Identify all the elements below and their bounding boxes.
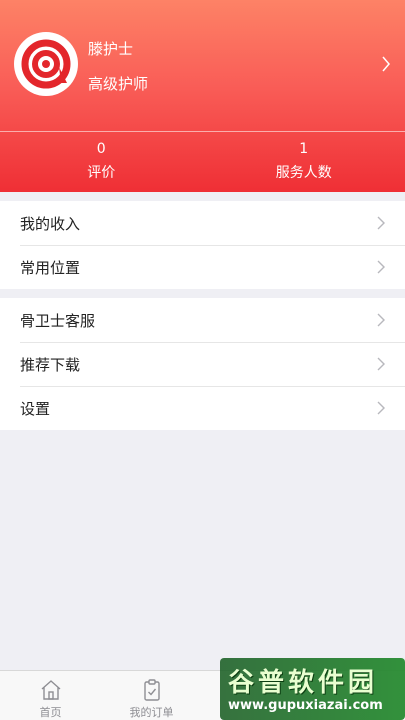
chevron-right-icon (382, 56, 390, 72)
chevron-right-icon (377, 216, 385, 230)
tab-orders-label: 我的订单 (129, 706, 174, 719)
watermark-text: 谷普软件园 (228, 668, 379, 698)
profile-header: 滕护士 高级护师 0 评价 1 服务人数 (0, 0, 405, 192)
menu-item-label: 设置 (20, 399, 51, 418)
menu-item-recommend-download[interactable]: 推荐下载 (0, 342, 405, 386)
chevron-right-icon (377, 260, 385, 274)
stat-reviews[interactable]: 0 评价 (0, 132, 203, 192)
nurse-title: 高级护师 (88, 75, 149, 93)
tab-orders[interactable]: 我的订单 (101, 671, 202, 720)
stat-served[interactable]: 1 服务人数 (203, 132, 405, 192)
app-logo-icon (21, 39, 71, 89)
menu-item-label: 骨卫士客服 (20, 311, 96, 330)
menu-item-settings[interactable]: 设置 (0, 386, 405, 430)
menu-item-customer-service[interactable]: 骨卫士客服 (0, 298, 405, 342)
stat-served-value: 1 (299, 141, 309, 157)
stat-served-label: 服务人数 (275, 165, 332, 181)
menu-item-label: 常用位置 (20, 258, 81, 277)
menu-item-label: 推荐下载 (20, 355, 81, 374)
order-icon (143, 679, 160, 701)
chevron-right-icon (377, 401, 385, 415)
tab-home[interactable]: 首页 (0, 671, 101, 720)
stats-bar: 0 评价 1 服务人数 (0, 132, 405, 192)
home-icon (41, 680, 60, 700)
watermark-url: www.gupuxiazai.com (228, 698, 383, 713)
chevron-right-icon (377, 357, 385, 371)
stat-reviews-value: 0 (96, 141, 106, 157)
stat-reviews-label: 评价 (87, 165, 116, 181)
avatar (14, 32, 78, 96)
nurse-name: 滕护士 (88, 40, 134, 58)
profile-card[interactable]: 滕护士 高级护师 (0, 0, 405, 131)
menu-group-support: 骨卫士客服 推荐下载 设置 (0, 298, 405, 430)
tab-home-label: 首页 (39, 706, 62, 719)
watermark-logo: 谷普软件园 www.gupuxiazai.com (220, 658, 405, 720)
menu-item-label: 我的收入 (20, 214, 81, 233)
menu-group-income: 我的收入 常用位置 (0, 201, 405, 289)
menu-item-income[interactable]: 我的收入 (0, 201, 405, 245)
menu-item-locations[interactable]: 常用位置 (0, 245, 405, 289)
chevron-right-icon (377, 313, 385, 327)
